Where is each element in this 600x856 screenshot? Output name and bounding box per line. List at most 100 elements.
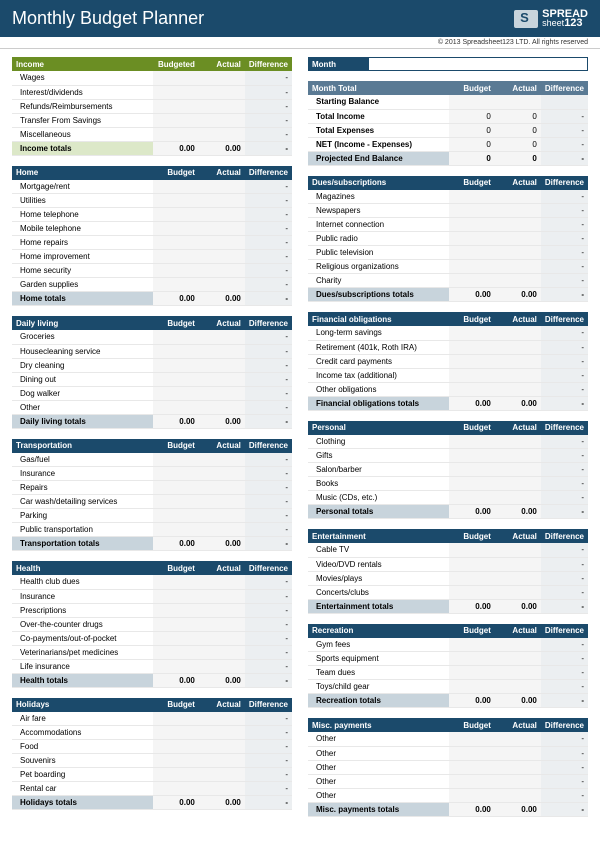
cell-actual[interactable]: [495, 260, 541, 274]
cell-budget[interactable]: [153, 575, 199, 589]
cell-budget[interactable]: [153, 712, 199, 726]
cell-budget[interactable]: [449, 218, 495, 232]
cell-actual[interactable]: [199, 603, 245, 617]
cell-budget[interactable]: [153, 278, 199, 292]
cell-actual[interactable]: [199, 71, 245, 85]
cell-budget[interactable]: [449, 354, 495, 368]
cell-actual[interactable]: [199, 712, 245, 726]
cell-actual[interactable]: [495, 368, 541, 382]
cell-actual[interactable]: [199, 782, 245, 796]
cell-budget[interactable]: [449, 543, 495, 557]
cell-actual[interactable]: [495, 246, 541, 260]
cell-actual[interactable]: [495, 354, 541, 368]
cell-actual[interactable]: [199, 264, 245, 278]
cell-budget[interactable]: [153, 99, 199, 113]
cell-budget[interactable]: [449, 788, 495, 802]
cell-actual[interactable]: [495, 274, 541, 288]
cell-budget[interactable]: [153, 372, 199, 386]
cell-actual[interactable]: [199, 372, 245, 386]
cell-budget[interactable]: [153, 659, 199, 673]
cell-actual[interactable]: [199, 208, 245, 222]
cell-budget[interactable]: [153, 250, 199, 264]
cell-actual[interactable]: [199, 386, 245, 400]
cell-actual[interactable]: [199, 278, 245, 292]
cell-actual[interactable]: [199, 495, 245, 509]
cell-actual[interactable]: [199, 222, 245, 236]
cell-budget[interactable]: [153, 754, 199, 768]
cell-budget[interactable]: [449, 232, 495, 246]
cell-budget[interactable]: [449, 585, 495, 599]
cell-budget[interactable]: [449, 368, 495, 382]
cell-actual[interactable]: [199, 85, 245, 99]
cell-budget[interactable]: [449, 491, 495, 505]
cell-budget[interactable]: [153, 603, 199, 617]
cell-budget[interactable]: [449, 732, 495, 746]
cell-actual[interactable]: [199, 127, 245, 141]
cell-budget[interactable]: [153, 85, 199, 99]
cell-actual[interactable]: [495, 571, 541, 585]
cell-actual[interactable]: [495, 585, 541, 599]
cell-budget[interactable]: [449, 260, 495, 274]
cell-budget[interactable]: [153, 344, 199, 358]
cell-budget[interactable]: [153, 208, 199, 222]
cell-actual[interactable]: [199, 754, 245, 768]
cell-budget[interactable]: [153, 768, 199, 782]
cell-actual[interactable]: [199, 659, 245, 673]
cell-budget[interactable]: [449, 435, 495, 449]
cell-actual[interactable]: [495, 788, 541, 802]
cell-budget[interactable]: [153, 386, 199, 400]
cell-actual[interactable]: [199, 768, 245, 782]
cell-budget[interactable]: [153, 726, 199, 740]
cell-budget[interactable]: [449, 246, 495, 260]
cell-actual[interactable]: [495, 340, 541, 354]
cell-budget[interactable]: [153, 194, 199, 208]
cell-actual[interactable]: [495, 680, 541, 694]
cell-actual[interactable]: [495, 190, 541, 204]
cell-budget[interactable]: [449, 760, 495, 774]
cell-actual[interactable]: [199, 180, 245, 194]
cell-budget[interactable]: [153, 222, 199, 236]
cell-actual[interactable]: [199, 344, 245, 358]
cell-actual[interactable]: [199, 236, 245, 250]
cell-budget[interactable]: [449, 340, 495, 354]
cell-budget[interactable]: [449, 680, 495, 694]
cell-actual[interactable]: [199, 99, 245, 113]
cell-actual[interactable]: [495, 774, 541, 788]
cell-actual[interactable]: [199, 250, 245, 264]
cell-actual[interactable]: [495, 326, 541, 340]
cell-actual[interactable]: [495, 449, 541, 463]
cell-actual[interactable]: [495, 435, 541, 449]
cell-actual[interactable]: [495, 638, 541, 652]
cell-budget[interactable]: [449, 190, 495, 204]
cell-budget[interactable]: [153, 358, 199, 372]
summary-budget[interactable]: [449, 95, 495, 109]
cell-actual[interactable]: [199, 113, 245, 127]
cell-budget[interactable]: [153, 782, 199, 796]
cell-budget[interactable]: [153, 71, 199, 85]
cell-budget[interactable]: [449, 382, 495, 396]
cell-budget[interactable]: [449, 571, 495, 585]
cell-budget[interactable]: [449, 477, 495, 491]
cell-budget[interactable]: [153, 589, 199, 603]
cell-actual[interactable]: [199, 523, 245, 537]
cell-budget[interactable]: [153, 631, 199, 645]
cell-actual[interactable]: [495, 666, 541, 680]
cell-actual[interactable]: [495, 746, 541, 760]
cell-budget[interactable]: [449, 774, 495, 788]
cell-budget[interactable]: [449, 652, 495, 666]
cell-budget[interactable]: [153, 523, 199, 537]
cell-budget[interactable]: [449, 326, 495, 340]
cell-actual[interactable]: [199, 509, 245, 523]
cell-actual[interactable]: [199, 740, 245, 754]
cell-actual[interactable]: [199, 645, 245, 659]
cell-actual[interactable]: [199, 481, 245, 495]
cell-budget[interactable]: [449, 746, 495, 760]
cell-budget[interactable]: [153, 467, 199, 481]
cell-actual[interactable]: [495, 543, 541, 557]
cell-actual[interactable]: [199, 453, 245, 467]
cell-actual[interactable]: [495, 491, 541, 505]
cell-budget[interactable]: [153, 127, 199, 141]
cell-budget[interactable]: [449, 204, 495, 218]
cell-budget[interactable]: [153, 113, 199, 127]
cell-budget[interactable]: [153, 740, 199, 754]
